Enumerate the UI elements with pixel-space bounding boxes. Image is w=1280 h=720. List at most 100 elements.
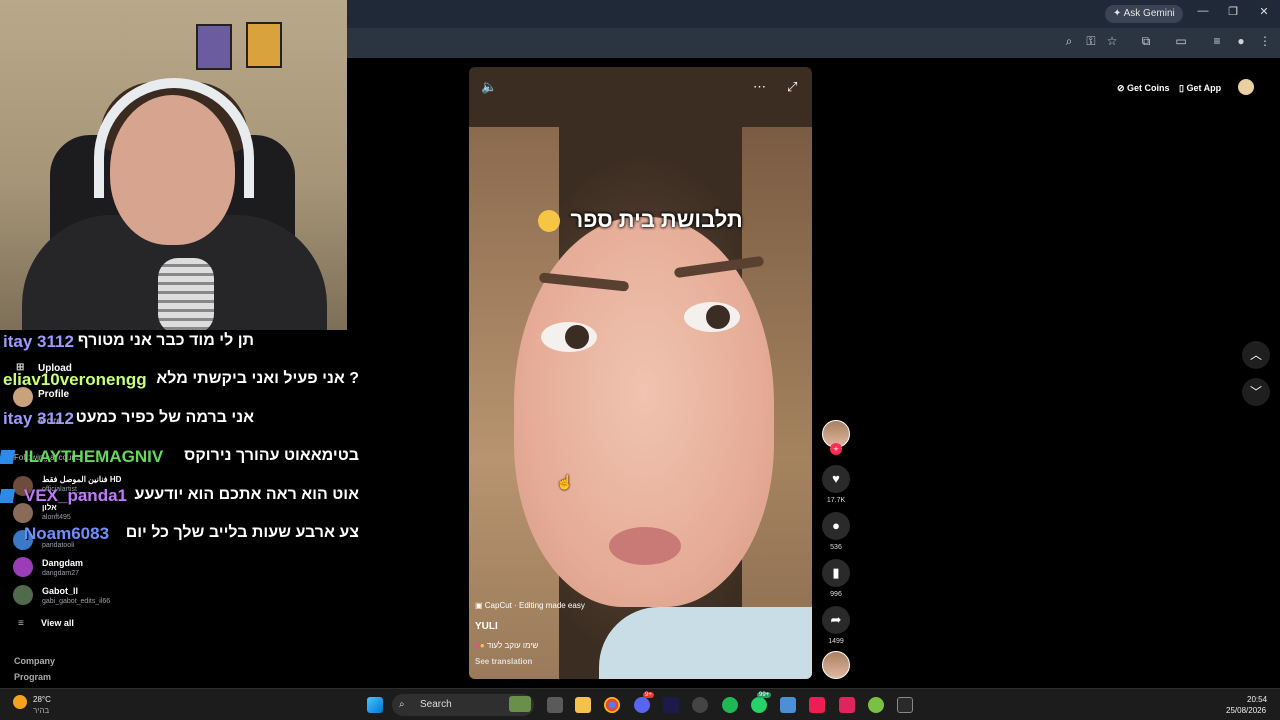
tiktok-studio-icon[interactable] <box>839 697 855 713</box>
coin-icon: ⊘ <box>1117 83 1128 93</box>
like-count: 17.7K <box>826 497 846 504</box>
chat-username: eliav10veronengg <box>3 370 147 389</box>
gemini-icon: ✦ <box>1113 8 1124 19</box>
task-view-icon[interactable] <box>547 697 563 713</box>
profile-avatar-icon[interactable]: ● <box>1233 34 1249 48</box>
chat-message: itay 3112 תן לי מוד כבר אני מטורף <box>0 332 362 356</box>
chat-text: צע ארבע שעות בלייב שלך כל יום <box>125 524 359 541</box>
list-icon: ≡ <box>18 618 24 629</box>
account-handle: alonft495 <box>42 514 71 521</box>
account-handle: dangdam27 <box>42 570 79 577</box>
discord-icon[interactable] <box>634 697 650 713</box>
wall-poster <box>246 22 282 68</box>
app-icon[interactable] <box>868 697 884 713</box>
fullscreen-icon[interactable]: ⤢ <box>787 79 797 95</box>
account-avatar[interactable] <box>13 585 33 605</box>
chat-username: VEX_panda1 <box>24 486 127 505</box>
spotify-icon[interactable] <box>722 697 738 713</box>
user-avatar[interactable] <box>1238 79 1254 95</box>
obs-icon[interactable] <box>692 697 708 713</box>
ask-gemini-button[interactable]: ✦ Ask Gemini <box>1105 5 1183 23</box>
video-shirt <box>599 607 812 679</box>
account-name[interactable]: Dangdam <box>42 558 83 568</box>
video-author[interactable]: YULI <box>475 621 498 632</box>
media-control-icon[interactable]: ≡ <box>1209 34 1225 48</box>
bookmark-star-icon[interactable]: ☆ <box>1104 34 1120 48</box>
capcut-icon: ▣ <box>475 601 485 610</box>
chat-message: eliav10veronengg ? אני פעיל ואני ביקשתי … <box>0 370 362 394</box>
chat-message: itay 3112 אני ברמה של כפיר כמעט <box>0 409 362 433</box>
account-avatar[interactable] <box>13 557 33 577</box>
next-video-chevron-down-icon[interactable]: ﹀ <box>1242 378 1270 406</box>
microphone <box>158 258 214 330</box>
minimize-button[interactable]: — <box>1193 5 1213 17</box>
windows-taskbar: 28°C בהיר Search ⌕ 9+ 99+ 20:54 25/08/20… <box>0 688 1280 720</box>
chat-username: Noam6083 <box>24 524 110 543</box>
chat-username: itay 3112 <box>3 332 74 351</box>
chat-message: Noam6083 צע ארבע שעות בלייב שלך כל יום <box>0 524 362 548</box>
weather-sun-icon[interactable] <box>13 695 27 709</box>
weather-desc: בהיר <box>33 706 50 715</box>
chat-message: VEX_panda1 אוט הוא ראה אתכם הוא יודעעע <box>0 486 362 510</box>
whatsapp-badge: 99+ <box>757 692 772 698</box>
eye-roll-emoji-icon <box>538 210 561 233</box>
chat-text: ? אני פעיל ואני ביקשתי מלא <box>156 370 359 387</box>
zoom-icon[interactable]: ⌕ <box>1061 34 1077 49</box>
account-handle: gabi_gabot_edits_il66 <box>42 598 111 605</box>
video-caption: תלבושת בית ספר <box>469 207 812 233</box>
get-app-button[interactable]: ▯ Get App <box>1179 78 1221 98</box>
clock-time[interactable]: 20:54 <box>1247 695 1267 704</box>
get-coins-button[interactable]: ⊘ Get Coins <box>1117 78 1170 98</box>
music-disc-avatar[interactable] <box>822 651 850 679</box>
more-options-icon[interactable]: ⋯ <box>753 79 766 95</box>
photos-icon[interactable] <box>780 697 796 713</box>
account-name[interactable]: فنانين الموصل فقط HD <box>42 475 121 484</box>
clock-date[interactable]: 25/08/2026 <box>1226 706 1266 715</box>
like-heart-icon[interactable]: ♥ <box>822 465 850 493</box>
capcut-label[interactable]: ▣ CapCut · Editing made easy <box>475 601 585 610</box>
kebab-menu-icon[interactable]: ⋮ <box>1257 34 1273 48</box>
premiere-pro-icon[interactable] <box>663 697 679 713</box>
restore-button[interactable]: ❐ <box>1223 5 1243 18</box>
whatsapp-icon[interactable] <box>751 697 767 713</box>
footer-program-link[interactable]: Program <box>14 672 51 682</box>
account-name[interactable]: Gabot_ll <box>42 586 78 596</box>
chat-text: אוט הוא ראה אתכם הוא יודעעע <box>134 486 359 503</box>
footer-company-link[interactable]: Company <box>14 656 55 666</box>
search-highlight-icon <box>509 696 531 712</box>
screen: ✦ Ask Gemini — ❐ ✕ ⌕ ⚿ ☆ ⧉ ▭ ≡ ● ⋮ Uploa… <box>0 0 1280 720</box>
extensions-icon[interactable]: ⧉ <box>1138 34 1154 49</box>
chat-message: ILAYTHEMAGNIV בטימאאוט עהורך נירוקס <box>0 447 362 471</box>
comment-count: 536 <box>830 544 842 551</box>
chat-username: ILAYTHEMAGNIV <box>24 447 164 466</box>
chat-username: itay 3112 <box>3 409 74 428</box>
wall-poster <box>196 24 232 70</box>
chrome-icon[interactable] <box>604 697 620 713</box>
comment-icon[interactable]: ● <box>822 512 850 540</box>
close-button[interactable]: ✕ <box>1254 5 1274 18</box>
tiktok-icon[interactable] <box>809 697 825 713</box>
video-player[interactable]: תלבושת בית ספר 🔈 ⋯ ⤢ ▣ CapCut · Editing … <box>469 67 812 679</box>
mute-speaker-icon[interactable]: 🔈 <box>481 79 497 95</box>
share-count: 1499 <box>828 638 844 645</box>
video-eye <box>541 322 597 352</box>
follow-plus-icon[interactable]: + <box>830 443 842 455</box>
chat-text: אני ברמה של כפיר כמעט <box>75 409 254 426</box>
mouse-cursor-icon: ☝ <box>556 474 574 490</box>
password-key-icon[interactable]: ⚿ <box>1083 34 1099 49</box>
webcam-overlay <box>0 0 347 330</box>
chat-text: תן לי מוד כבר אני מטורף <box>77 332 254 349</box>
cast-icon[interactable]: ▭ <box>1173 34 1189 48</box>
save-count: 996 <box>830 591 842 598</box>
chat-text: בטימאאוט עהורך נירוקס <box>184 447 359 464</box>
previous-video-chevron-up-icon[interactable]: ︿ <box>1242 341 1270 369</box>
discord-badge: 9+ <box>643 692 654 698</box>
bookmark-icon[interactable]: ▮ <box>822 559 850 587</box>
view-all-link[interactable]: View all <box>41 618 74 628</box>
epic-games-icon[interactable] <box>897 697 913 713</box>
windows-start-icon[interactable] <box>367 697 383 713</box>
see-translation-link[interactable]: See translation <box>475 657 532 666</box>
file-explorer-icon[interactable] <box>575 697 591 713</box>
share-icon[interactable]: ➦ <box>822 606 850 634</box>
video-eye <box>684 302 740 332</box>
